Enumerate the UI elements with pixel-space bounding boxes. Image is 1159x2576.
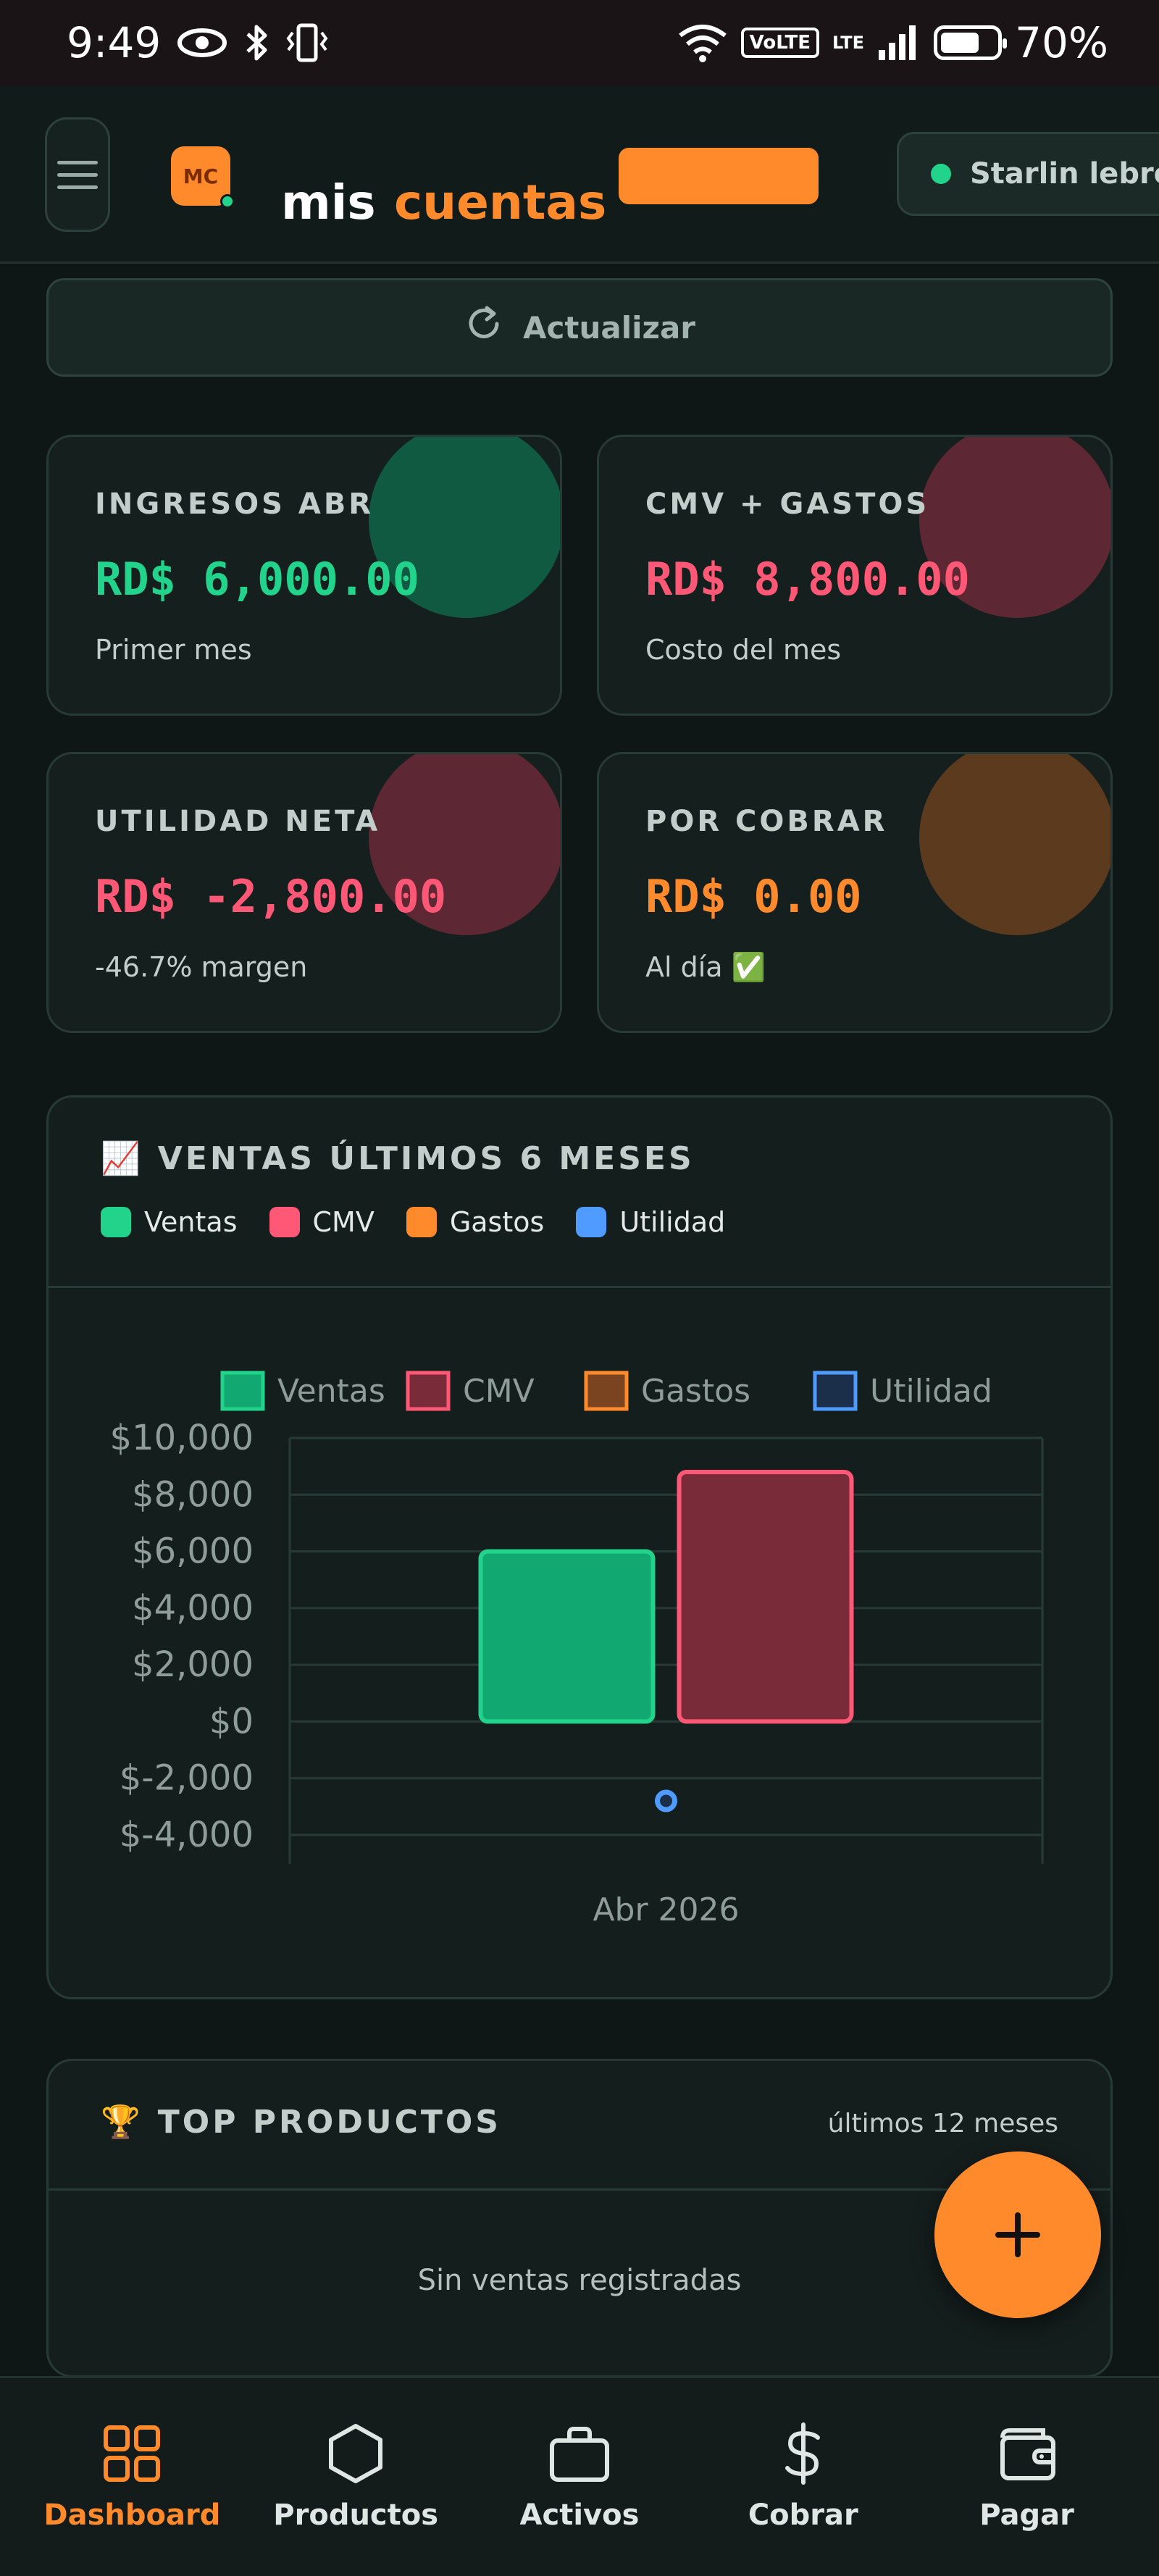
nav-label: Dashboard [43, 2498, 221, 2532]
refresh-icon [464, 304, 504, 351]
y-tick-label: $10,000 [110, 1418, 254, 1458]
lte-indicator: LTE [832, 33, 865, 53]
panel-title-text: TOP PRODUCTOS [157, 2103, 501, 2141]
add-button[interactable] [934, 2151, 1101, 2318]
kpi-label: POR COBRAR [645, 805, 888, 838]
y-tick-label: $8,000 [132, 1474, 254, 1515]
vibrate-icon [285, 22, 329, 63]
menu-button[interactable] [45, 117, 110, 232]
online-status-dot [931, 164, 951, 184]
app-logo: MC [171, 146, 235, 209]
eye-icon [177, 27, 227, 59]
wallet-icon [1000, 2428, 1055, 2480]
kpi-subtitle: Costo del mes [645, 634, 842, 666]
kpi-card-ingresos: INGRESOS ABR RD$ 6,000.00 Primer mes [46, 435, 562, 716]
nav-item-dashboard[interactable]: Dashboard [23, 2422, 240, 2532]
chart-legend-label: Ventas [277, 1373, 385, 1410]
kpi-value: RD$ 8,800.00 [645, 553, 970, 606]
kpi-card-cmv-gastos: CMV + GASTOS RD$ 8,800.00 Costo del mes [597, 435, 1113, 716]
kpi-card-por-cobrar: POR COBRAR RD$ 0.00 Al día ✅ [597, 752, 1113, 1033]
battery-icon [934, 25, 1008, 60]
chart-legend-label: CMV [463, 1373, 535, 1410]
kpi-label: INGRESOS ABR [95, 488, 375, 521]
signal-icon [877, 24, 921, 62]
chart-legend-label: Gastos [641, 1373, 750, 1410]
brand-badge [619, 148, 819, 204]
y-tick-label: $-2,000 [120, 1758, 254, 1799]
kpi-subtitle: Al día ✅ [645, 951, 766, 983]
kpi-subtitle: -46.7% margen [95, 951, 308, 983]
y-tick-label: $2,000 [132, 1644, 254, 1685]
chart-legend-swatch [406, 1371, 451, 1411]
kpi-value: RD$ 0.00 [645, 870, 862, 923]
nav-label: Cobrar [748, 2498, 858, 2532]
user-name: Starlin lebron [970, 157, 1159, 191]
x-tick-label: Abr 2026 [593, 1891, 739, 1928]
kpi-card-utilidad-neta: UTILIDAD NETA RD$ -2,800.00 -46.7% marge… [46, 752, 562, 1033]
briefcase-icon [549, 2427, 609, 2482]
brand-name-mis: mis [281, 175, 376, 230]
logo-status-dot [220, 194, 235, 209]
nav-item-productos[interactable]: Productos [247, 2422, 464, 2532]
kpi-label: CMV + GASTOS [645, 488, 930, 521]
chart-legend-swatch [220, 1371, 265, 1411]
logo-text: MC [183, 164, 219, 188]
hexagon-icon [329, 2424, 383, 2483]
bottom-navigation: Dashboard Productos Activos Cobrar Pagar [0, 2376, 1159, 2576]
nav-item-pagar[interactable]: Pagar [919, 2422, 1136, 2532]
refresh-button[interactable]: Actualizar [46, 278, 1113, 377]
chart-legend-swatch [813, 1371, 858, 1411]
card-decoration [919, 754, 1110, 935]
battery-percent: 70% [1015, 18, 1108, 67]
status-bar: 9:49 VoLTE LTE 70% [0, 0, 1159, 85]
status-time: 9:49 [67, 18, 162, 67]
nav-label: Activos [519, 2498, 640, 2532]
sales-chart: Ventas CMV Gastos Utilidad $10,000 $8,000 $6,0… [110, 1371, 1044, 1928]
kpi-subtitle: Primer mes [95, 634, 252, 666]
menu-icon [57, 160, 98, 164]
plus-icon [995, 2212, 1040, 2257]
nav-label: Pagar [979, 2498, 1074, 2532]
trophy-icon: 🏆 [101, 2104, 143, 2141]
app-header: MC mis cuentas Starlin lebron [0, 85, 1159, 264]
chart-legend-label: Utilidad [870, 1373, 992, 1410]
y-tick-label: $4,000 [132, 1588, 254, 1628]
grid-icon [104, 2425, 161, 2482]
kpi-value: RD$ 6,000.00 [95, 553, 419, 606]
time-range-label: últimos 12 meses [827, 2109, 1058, 2138]
kpi-value: RD$ -2,800.00 [95, 870, 447, 923]
y-tick-label: $-4,000 [120, 1815, 254, 1855]
user-chip[interactable]: Starlin lebron [897, 132, 1159, 216]
bluetooth-icon [243, 22, 269, 63]
panel-title: 🏆 TOP PRODUCTOS [101, 2103, 501, 2141]
dollar-icon [784, 2422, 820, 2485]
nav-label: Productos [273, 2498, 439, 2532]
brand-name-cuentas: cuentas [394, 175, 607, 230]
y-tick-label: $0 [209, 1701, 254, 1741]
nav-item-cobrar[interactable]: Cobrar [695, 2422, 912, 2532]
volte-indicator: VoLTE [740, 28, 819, 58]
y-tick-label: $6,000 [132, 1531, 254, 1572]
nav-item-activos[interactable]: Activos [471, 2422, 688, 2532]
chart-legend-swatch [584, 1371, 629, 1411]
point-utilidad [655, 1789, 677, 1812]
refresh-label: Actualizar [522, 309, 695, 346]
wifi-icon [677, 22, 728, 63]
sales-chart-panel: 📈 VENTAS ÚLTIMOS 6 MESES Ventas CMV Gast… [46, 1095, 1113, 1999]
kpi-label: UTILIDAD NETA [95, 805, 381, 838]
bar-cmv [677, 1469, 854, 1724]
bar-ventas [478, 1549, 656, 1724]
